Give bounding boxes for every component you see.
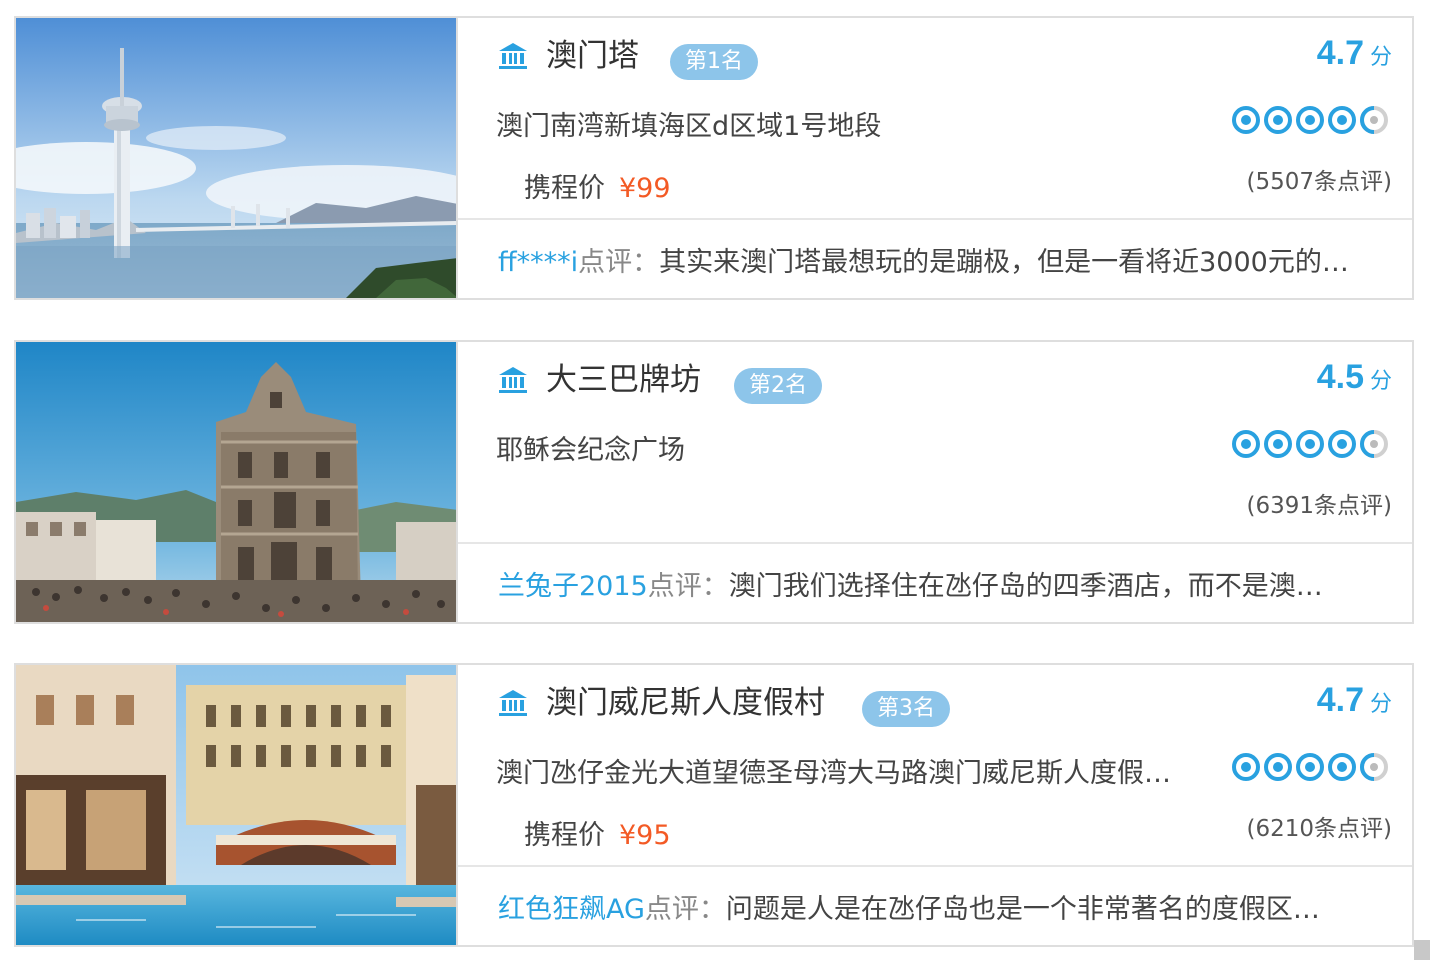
landmark-icon [499, 367, 527, 393]
macau-tower-photo [16, 18, 456, 298]
rank-badge: 第2名 [734, 368, 822, 404]
score-unit: 分 [1369, 692, 1392, 717]
attraction-photo[interactable] [16, 18, 458, 298]
price-label: 携程价 [524, 820, 605, 851]
review-user[interactable]: 红色狂飙AG [498, 894, 645, 925]
divider [458, 218, 1412, 220]
attraction-card[interactable]: 大三巴牌坊 第2名 4.5 分 耶稣会纪念广场 (6391条点评) 兰兔子2015… [14, 340, 1414, 624]
venetian-resort-photo [16, 665, 456, 945]
score-unit: 分 [1369, 369, 1392, 394]
review-user[interactable]: ff****i [498, 247, 578, 278]
landmark-icon [499, 690, 527, 716]
divider [458, 542, 1412, 544]
price: 携程价 ¥99 [524, 166, 671, 205]
address: 耶稣会纪念广场 [496, 435, 685, 466]
price: 携程价 ¥95 [524, 813, 671, 852]
review-text: 澳门我们选择住在氹仔岛的四季酒店，而不是澳… [728, 571, 1323, 602]
landmark-icon [499, 43, 527, 69]
score: 4.7 分 [1317, 34, 1392, 73]
score-unit: 分 [1369, 45, 1392, 70]
rating-circles [1232, 106, 1388, 134]
score-value: 4.5 [1316, 358, 1364, 396]
address: 澳门南湾新填海区d区域1号地段 [496, 111, 882, 142]
review-count[interactable]: (6210条点评) [1247, 809, 1392, 843]
rank-badge: 第3名 [862, 691, 950, 727]
score: 4.7 分 [1317, 681, 1392, 720]
review-count[interactable]: (5507条点评) [1247, 162, 1392, 196]
review-count[interactable]: (6391条点评) [1247, 486, 1392, 520]
attraction-photo[interactable] [16, 665, 458, 945]
review-text: 其实来澳门塔最想玩的是蹦极，但是一看将近3000元的… [659, 247, 1349, 278]
attraction-name[interactable]: 澳门塔 [546, 36, 639, 76]
rank-badge: 第1名 [670, 44, 758, 80]
price-label: 携程价 [524, 173, 605, 204]
review-label: 点评： [647, 571, 729, 602]
review-snippet[interactable]: 兰兔子2015点评：澳门我们选择住在氹仔岛的四季酒店，而不是澳… [498, 564, 1368, 603]
scrollbar-thumb[interactable] [1414, 940, 1430, 960]
attraction-card[interactable]: 澳门塔 第1名 4.7 分 澳门南湾新填海区d区域1号地段 携程价 ¥99 (550… [14, 16, 1414, 300]
rating-circles [1232, 753, 1388, 781]
review-user[interactable]: 兰兔子2015 [498, 571, 648, 602]
attraction-photo[interactable] [16, 342, 458, 622]
attraction-name[interactable]: 大三巴牌坊 [546, 360, 701, 400]
rating-circles [1232, 430, 1388, 458]
score: 4.5 分 [1317, 358, 1392, 397]
ruins-of-st-paul-photo [16, 342, 456, 622]
attraction-name[interactable]: 澳门威尼斯人度假村 [546, 683, 825, 723]
price-value: ¥99 [619, 173, 671, 204]
score-value: 4.7 [1316, 681, 1364, 719]
divider [458, 865, 1412, 867]
address: 澳门氹仔金光大道望德圣母湾大马路澳门威尼斯人度假… [496, 758, 1171, 789]
review-text: 问题是人是在氹仔岛也是一个非常著名的度假区… [725, 894, 1320, 925]
review-snippet[interactable]: ff****i点评：其实来澳门塔最想玩的是蹦极，但是一看将近3000元的… [498, 240, 1368, 279]
review-label: 点评： [578, 247, 660, 278]
attraction-card[interactable]: 澳门威尼斯人度假村 第3名 4.7 分 澳门氹仔金光大道望德圣母湾大马路澳门威尼斯… [14, 663, 1414, 947]
score-value: 4.7 [1316, 34, 1364, 72]
review-snippet[interactable]: 红色狂飙AG点评：问题是人是在氹仔岛也是一个非常著名的度假区… [498, 887, 1368, 926]
review-label: 点评： [644, 894, 726, 925]
price-value: ¥95 [619, 820, 671, 851]
